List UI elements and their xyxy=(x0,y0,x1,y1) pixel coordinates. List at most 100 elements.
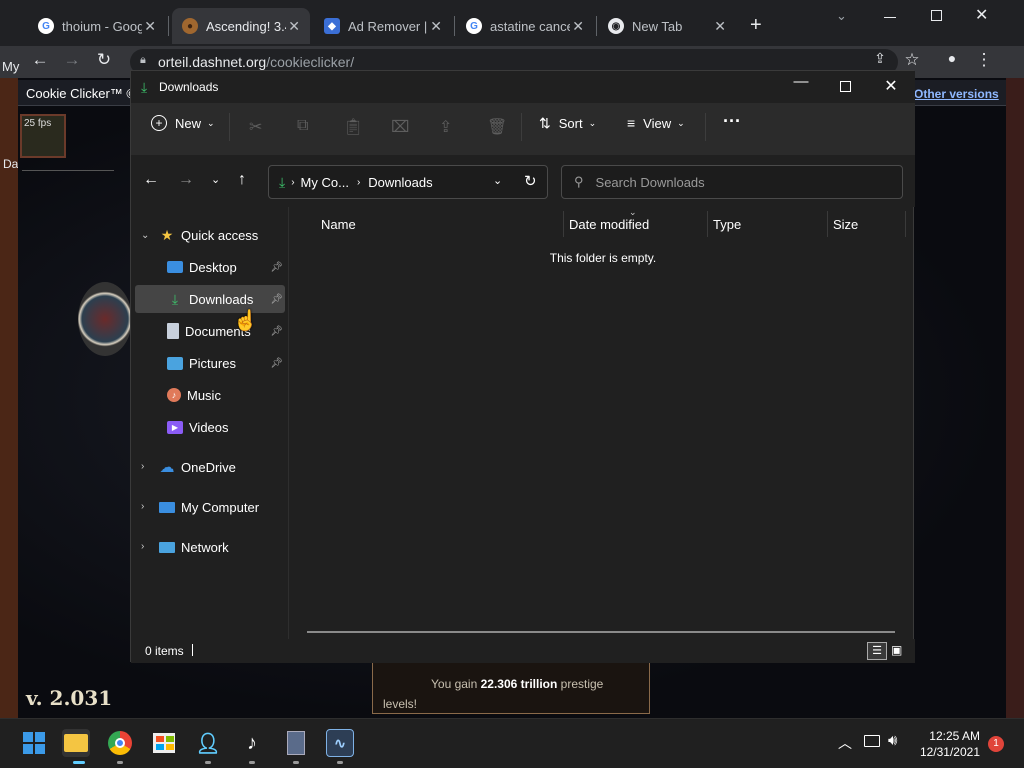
chevron-up-icon[interactable]: ︿ xyxy=(838,733,852,753)
column-divider[interactable] xyxy=(827,211,828,237)
nav-onedrive[interactable]: › ☁ OneDrive xyxy=(135,453,285,481)
column-header-name[interactable]: Name xyxy=(321,217,356,237)
new-button[interactable]: + New ⌄ xyxy=(151,115,215,131)
chrome-taskbar-icon[interactable] xyxy=(106,729,134,757)
nav-quick-access[interactable]: ⌄ ★ Quick access xyxy=(135,221,285,249)
tab-divider xyxy=(168,16,169,36)
forward-icon[interactable]: → xyxy=(178,171,194,189)
downloads-icon: ⤓ xyxy=(171,290,179,307)
minimize-icon[interactable] xyxy=(884,17,896,18)
paste-icon[interactable]: 📋︎ xyxy=(343,117,363,137)
pin-icon[interactable]: 📌︎ xyxy=(270,358,283,369)
cut-icon[interactable]: ✂ xyxy=(249,117,262,137)
version-label: v. 2.031 xyxy=(26,686,113,710)
search-box[interactable]: ⚲ Search Downloads xyxy=(561,165,903,199)
partial-text: Da xyxy=(3,157,19,171)
other-versions-link[interactable]: Other versions xyxy=(914,87,999,101)
pin-icon[interactable]: 📌︎ xyxy=(270,326,283,337)
forward-icon[interactable]: → xyxy=(60,50,84,70)
chevron-down-icon: ⌄ xyxy=(677,117,685,128)
sort-icon: ⇅ xyxy=(539,115,551,131)
url-path: /cookieclicker/ xyxy=(266,54,355,70)
store-taskbar-icon[interactable] xyxy=(150,729,178,757)
minimize-icon[interactable]: — xyxy=(791,73,811,90)
column-header-date-modified[interactable]: Date modified xyxy=(569,217,649,237)
close-tab-icon[interactable]: ✕ xyxy=(714,18,726,35)
copy-icon[interactable]: ⧉ xyxy=(297,117,308,135)
nav-item-desktop[interactable]: Desktop 📌︎ xyxy=(135,253,285,281)
share-icon[interactable]: ⇪ xyxy=(868,50,892,67)
details-view-icon[interactable]: ☰ xyxy=(867,642,887,660)
nav-item-videos[interactable]: ▶ Videos xyxy=(135,413,285,441)
task-manager-taskbar-icon[interactable]: ∿ xyxy=(326,729,354,757)
view-button[interactable]: ≡ View ⌄ xyxy=(627,115,685,131)
close-icon[interactable]: ✕ xyxy=(881,76,901,96)
nav-item-pictures[interactable]: Pictures 📌︎ xyxy=(135,349,285,377)
browser-tab[interactable]: G astatine cance ✕ xyxy=(456,8,594,44)
maximize-icon[interactable] xyxy=(931,10,942,21)
clock-date[interactable]: 12/31/2021 xyxy=(916,745,980,759)
up-icon[interactable]: ↑ xyxy=(238,171,246,189)
item-count: 0 items xyxy=(145,644,184,658)
nav-network[interactable]: › Network xyxy=(135,533,285,561)
close-tab-icon[interactable]: ✕ xyxy=(144,18,156,35)
back-icon[interactable]: ← xyxy=(143,171,159,189)
chrome-menu-icon[interactable]: ⋮ xyxy=(972,50,996,70)
fps-box: 25 fps xyxy=(20,114,66,158)
more-options-button[interactable]: ··· xyxy=(723,111,741,132)
column-divider[interactable] xyxy=(905,211,906,237)
tiktok-taskbar-icon[interactable]: ♪ xyxy=(238,729,266,757)
share-icon[interactable]: ⇪ xyxy=(439,117,452,137)
new-tab-icon[interactable]: + xyxy=(750,14,762,37)
column-header-size[interactable]: Size xyxy=(833,217,858,237)
people-taskbar-icon[interactable]: 👤︎ xyxy=(194,729,222,757)
address-breadcrumb[interactable]: ⤓ › My Co... › Downloads ⌄ ↻ xyxy=(268,165,548,199)
close-window-icon[interactable]: ✕ xyxy=(975,5,988,25)
clock-time[interactable]: 12:25 AM xyxy=(920,729,980,743)
breadcrumb-downloads[interactable]: Downloads xyxy=(368,175,432,190)
bookmark-star-icon[interactable]: ☆ xyxy=(900,50,924,70)
file-explorer-taskbar-icon[interactable] xyxy=(62,729,90,757)
breadcrumb-my-computer[interactable]: My Co... xyxy=(301,175,349,190)
delete-icon[interactable]: 🗑︎ xyxy=(487,117,507,137)
horizontal-scrollbar[interactable] xyxy=(307,631,895,633)
nav-item-music[interactable]: ♪ Music xyxy=(135,381,285,409)
close-tab-icon[interactable]: ✕ xyxy=(572,18,584,35)
start-icon[interactable] xyxy=(20,729,48,757)
close-tab-icon[interactable]: ✕ xyxy=(288,18,300,35)
volume-icon[interactable]: 🔊︎ xyxy=(888,732,897,749)
back-icon[interactable]: ← xyxy=(28,50,52,70)
refresh-icon[interactable]: ↻ xyxy=(524,172,537,190)
nav-item-downloads[interactable]: ⤓ Downloads 📌︎ xyxy=(135,285,285,313)
downloads-icon: ⤓ xyxy=(141,79,148,95)
maximize-icon[interactable] xyxy=(840,81,851,92)
nav-item-documents[interactable]: Documents 📌︎ xyxy=(135,317,285,345)
rename-icon[interactable]: ⌧ xyxy=(391,117,409,137)
calculator-taskbar-icon[interactable] xyxy=(282,729,310,757)
tab-search-chevron-icon[interactable]: ⌄ xyxy=(836,8,847,24)
pin-icon[interactable]: 📌︎ xyxy=(270,262,283,273)
column-divider[interactable] xyxy=(707,211,708,237)
browser-tab[interactable]: G thoium - Goog ✕ xyxy=(28,8,166,44)
browser-tab[interactable]: ◉ New Tab ✕ xyxy=(598,8,736,44)
recent-locations-chevron-icon[interactable]: ⌄ xyxy=(211,173,220,186)
nav-label: Videos xyxy=(189,419,229,435)
nav-label: Network xyxy=(181,539,229,555)
profile-icon[interactable]: ● xyxy=(940,50,964,66)
reload-icon[interactable]: ↻ xyxy=(92,50,116,70)
empty-folder-message: This folder is empty. xyxy=(549,251,657,265)
new-button-label: New xyxy=(175,115,202,131)
browser-tab[interactable]: ◆ Ad Remover | ✕ xyxy=(314,8,452,44)
browser-tab-active[interactable]: ● Ascending! 3.4 ✕ xyxy=(172,8,310,44)
column-divider[interactable] xyxy=(563,211,564,237)
notification-badge[interactable]: 1 xyxy=(988,736,1004,752)
sort-button[interactable]: ⇅ Sort ⌄ xyxy=(539,115,596,132)
address-dropdown-icon[interactable]: ⌄ xyxy=(493,174,502,187)
pin-icon[interactable]: 📌︎ xyxy=(270,294,283,305)
column-header-type[interactable]: Type xyxy=(713,217,741,237)
golden-cookie-icon[interactable] xyxy=(78,282,132,356)
nav-my-computer[interactable]: › My Computer xyxy=(135,493,285,521)
tiles-view-icon[interactable]: ▣ xyxy=(891,643,902,657)
network-status-icon[interactable] xyxy=(864,735,880,747)
close-tab-icon[interactable]: ✕ xyxy=(430,18,442,35)
